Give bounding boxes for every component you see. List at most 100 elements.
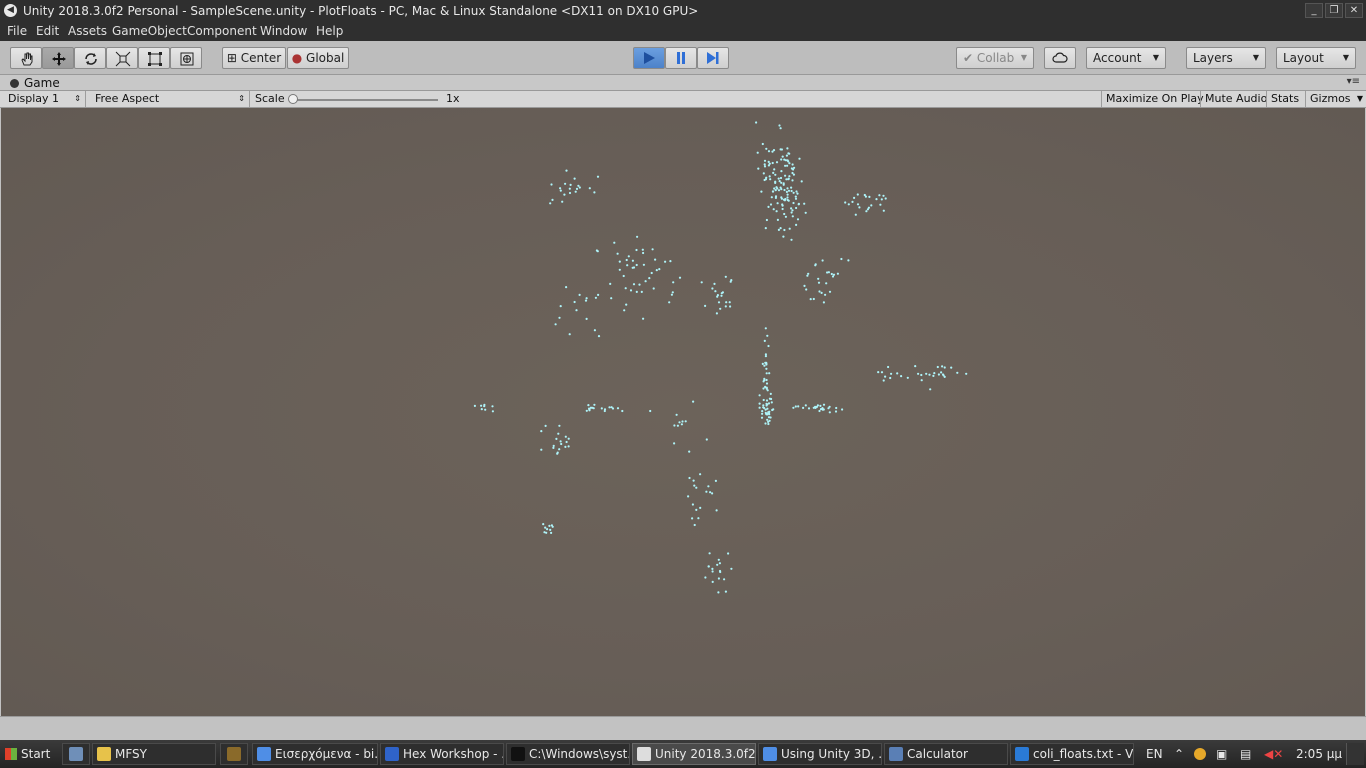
scale-slider-thumb[interactable] xyxy=(288,94,298,104)
plot-point xyxy=(715,509,718,512)
task-command-prompt[interactable]: C:\Windows\syst... xyxy=(506,743,630,765)
plot-point xyxy=(697,517,700,520)
mute-audio-toggle[interactable]: Mute Audio xyxy=(1200,91,1271,107)
pivot-center-button[interactable]: ⊞ Center xyxy=(222,47,286,69)
start-button[interactable]: Start xyxy=(2,743,50,765)
scale-slider-track[interactable] xyxy=(292,99,438,101)
plot-point xyxy=(786,196,789,199)
plot-point xyxy=(840,257,843,261)
speaker-muted-icon[interactable]: ◀✕ xyxy=(1264,747,1283,761)
plot-point xyxy=(565,169,568,172)
network-icon[interactable]: ▤ xyxy=(1240,747,1251,761)
pause-button[interactable] xyxy=(665,47,697,69)
hand-tool-icon xyxy=(21,52,33,66)
plot-point xyxy=(716,295,719,298)
hand-tool-button[interactable] xyxy=(10,47,42,69)
cloud-button[interactable] xyxy=(1044,47,1076,69)
menu-window[interactable]: Window xyxy=(260,24,307,38)
plot-point xyxy=(550,531,553,534)
language-indicator[interactable]: EN xyxy=(1146,747,1163,761)
tray-app-icon[interactable] xyxy=(1194,748,1206,760)
task-dosbox[interactable] xyxy=(220,743,248,765)
desktop-icon xyxy=(69,747,83,761)
move-tool-button[interactable] xyxy=(42,47,74,69)
plot-point xyxy=(771,161,774,165)
task-browser-inbox[interactable]: Εισερχόμενα - bi... xyxy=(252,743,378,765)
plot-point xyxy=(550,524,554,527)
show-desktop-button[interactable] xyxy=(62,743,90,765)
tab-game[interactable]: Game xyxy=(4,76,68,91)
plot-point xyxy=(774,196,778,199)
plot-point xyxy=(940,371,943,374)
close-button[interactable]: ✕ xyxy=(1345,3,1363,18)
restore-button[interactable]: ❐ xyxy=(1325,3,1343,18)
plot-point xyxy=(567,437,570,440)
task-mfsy[interactable]: MFSY xyxy=(92,743,216,765)
task-calculator[interactable]: Calculator xyxy=(884,743,1008,765)
aspect-dropdown[interactable]: Free Aspect ⇕ xyxy=(87,91,250,107)
plot-point xyxy=(765,399,769,402)
menu-assets[interactable]: Assets xyxy=(68,24,107,38)
plot-point xyxy=(565,440,568,444)
plot-point xyxy=(937,373,941,376)
plot-point xyxy=(847,259,850,262)
plot-point xyxy=(779,148,782,151)
plot-point xyxy=(707,565,710,568)
plot-point xyxy=(755,121,758,124)
plot-point xyxy=(764,361,767,364)
plot-point xyxy=(768,413,771,416)
minimize-button[interactable]: _ xyxy=(1305,3,1323,18)
rect-tool-icon xyxy=(148,52,162,66)
plot-point xyxy=(832,273,836,276)
gizmos-dropdown[interactable]: Gizmos ▼ xyxy=(1305,91,1366,107)
layers-dropdown[interactable]: Layers ▼ xyxy=(1186,47,1266,69)
plot-point xyxy=(776,187,779,190)
display-dropdown[interactable]: Display 1 ⇕ xyxy=(0,91,86,107)
scale-tool-button[interactable] xyxy=(106,47,138,69)
layout-dropdown[interactable]: Layout ▼ xyxy=(1276,47,1356,69)
menu-edit[interactable]: Edit xyxy=(36,24,59,38)
maximize-on-play-toggle[interactable]: Maximize On Play xyxy=(1101,91,1208,107)
plot-point xyxy=(728,301,731,304)
menu-file[interactable]: File xyxy=(7,24,27,38)
plot-point xyxy=(707,485,710,488)
transform-tool-button[interactable] xyxy=(170,47,202,69)
plot-point xyxy=(880,371,884,374)
stats-toggle[interactable]: Stats xyxy=(1266,91,1303,107)
menu-component[interactable]: Component xyxy=(187,24,257,38)
task-hex-workshop[interactable]: Hex Workshop - ... xyxy=(380,743,504,765)
step-button[interactable] xyxy=(697,47,729,69)
plot-point xyxy=(965,372,968,375)
collab-dropdown[interactable]: ✔ Collab ▼ xyxy=(956,47,1034,69)
plot-point xyxy=(836,272,840,275)
plot-point xyxy=(765,382,769,385)
plot-point xyxy=(841,408,844,411)
plot-point xyxy=(941,373,945,376)
task-unity[interactable]: Unity 2018.3.0f2 ... xyxy=(632,743,756,765)
plot-point xyxy=(858,206,861,209)
task-vscode[interactable]: coli_floats.txt - V... xyxy=(1010,743,1134,765)
menu-help[interactable]: Help xyxy=(316,24,343,38)
task-browser-unity[interactable]: Using Unity 3D, ... xyxy=(758,743,882,765)
plot-point xyxy=(794,197,798,200)
rotate-tool-button[interactable] xyxy=(74,47,106,69)
account-dropdown[interactable]: Account ▼ xyxy=(1086,47,1166,69)
space-global-button[interactable]: ● Global xyxy=(287,47,349,69)
rect-tool-button[interactable] xyxy=(138,47,170,69)
plot-point xyxy=(635,263,638,267)
plot-point xyxy=(785,178,788,181)
plot-point xyxy=(786,164,789,167)
show-hidden-icons-icon[interactable]: ⌃ xyxy=(1174,747,1184,761)
plot-point xyxy=(809,298,812,301)
panel-menu-icon[interactable]: ▾≡ xyxy=(1347,76,1360,87)
menu-gameobject[interactable]: GameObject xyxy=(112,24,187,38)
plot-point xyxy=(729,305,732,308)
usb-icon[interactable]: ▣ xyxy=(1216,747,1227,761)
plot-point xyxy=(723,578,726,581)
play-button[interactable] xyxy=(633,47,665,69)
plot-point xyxy=(800,180,803,183)
plot-point xyxy=(795,223,798,226)
game-viewport[interactable] xyxy=(1,108,1365,716)
show-desktop-strip[interactable] xyxy=(1346,743,1364,765)
plot-point xyxy=(560,442,563,446)
